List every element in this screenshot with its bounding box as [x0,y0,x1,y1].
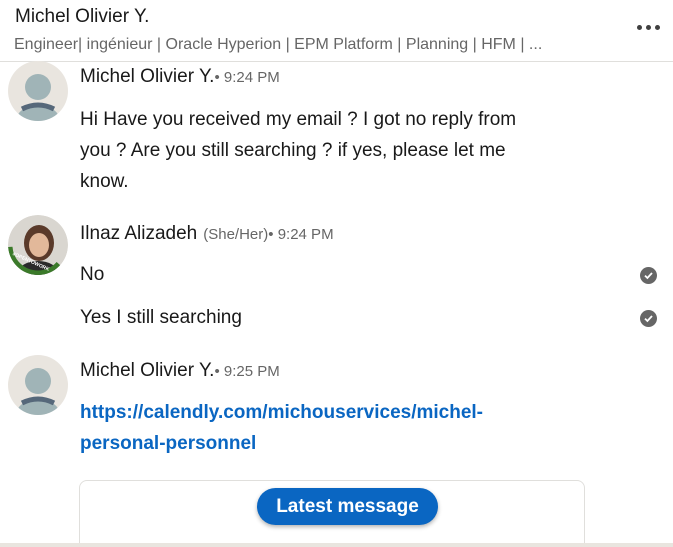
message-time: • 9:24 PM [214,69,280,86]
sender-name[interactable]: Michel Olivier Y. [80,66,214,88]
message-time: • 9:24 PM [268,226,334,243]
sender-pronouns: (She/Her) [203,226,269,243]
message-item: No [80,264,105,285]
conversation-header: Michel Olivier Y. Engineer| ingénieur | … [0,0,673,62]
header-contact-name[interactable]: Michel Olivier Y. [15,6,149,28]
message-item: Yes I still searching [80,307,242,328]
latest-message-button[interactable]: Latest message [257,488,438,525]
person-placeholder-icon [16,74,60,121]
message-header: Michel Olivier Y. • 9:24 PM [80,66,280,88]
avatar-michel[interactable] [8,355,68,415]
more-icon [636,24,642,30]
check-circle-icon [640,267,657,284]
person-placeholder-icon [16,368,60,415]
header-headline: Engineer| ingénieur | Oracle Hyperion | … [14,36,543,53]
message-header: Michel Olivier Y. • 9:25 PM [80,360,280,382]
sender-name[interactable]: Ilnaz Alizadeh [80,223,197,245]
avatar-ilnaz[interactable]: #OPENTOWORK [8,215,68,275]
more-options-button[interactable] [631,16,665,38]
check-circle-icon [640,310,657,327]
message-body: Hi Have you received my email ? I got no… [80,109,517,192]
message-header: Ilnaz Alizadeh (She/Her) • 9:24 PM [80,223,334,245]
message-time: • 9:25 PM [214,363,280,380]
avatar-michel[interactable] [8,61,68,121]
calendly-link[interactable]: https://calendly.com/michouservices/mich… [80,397,560,459]
sender-name[interactable]: Michel Olivier Y. [80,360,214,382]
divider [0,543,673,547]
